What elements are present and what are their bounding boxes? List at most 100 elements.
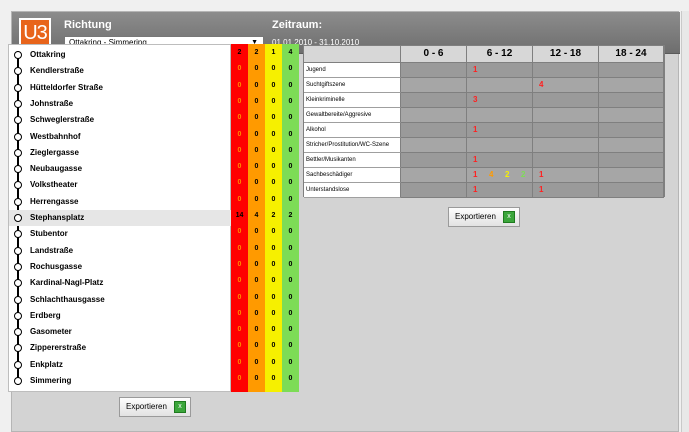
matrix-cell[interactable] bbox=[467, 138, 533, 153]
station-row[interactable]: Gasometer bbox=[9, 324, 232, 340]
matrix-cell-value: 1 bbox=[539, 185, 544, 194]
station-count: 0 bbox=[288, 163, 293, 171]
station-row[interactable]: Landstraße bbox=[9, 243, 232, 259]
station-count: 0 bbox=[237, 65, 242, 73]
matrix-cell[interactable] bbox=[401, 123, 467, 138]
matrix-cell-value: 1 bbox=[473, 170, 478, 179]
matrix-cell[interactable]: 1 4 2 2 bbox=[467, 168, 533, 183]
station-count: 0 bbox=[254, 228, 259, 236]
station-row[interactable]: Kendlerstraße bbox=[9, 63, 232, 79]
station-count: 0 bbox=[288, 293, 293, 301]
matrix-cell[interactable] bbox=[599, 153, 664, 168]
station-dot-icon bbox=[14, 67, 22, 76]
matrix-row-label: Jugend bbox=[304, 63, 401, 78]
matrix-cell[interactable]: 1 bbox=[533, 183, 599, 198]
station-name: Volkstheater bbox=[30, 180, 78, 190]
station-count: 0 bbox=[271, 179, 276, 187]
window-scrollbar[interactable] bbox=[681, 11, 689, 432]
matrix-cell[interactable] bbox=[599, 138, 664, 153]
station-row[interactable]: Neubaugasse bbox=[9, 161, 232, 177]
station-row[interactable]: Westbahnhof bbox=[9, 129, 232, 145]
matrix-cell[interactable] bbox=[401, 153, 467, 168]
station-row[interactable]: Schweglerstraße bbox=[9, 112, 232, 128]
station-row[interactable]: Enkplatz bbox=[9, 357, 232, 373]
matrix-cell[interactable] bbox=[533, 123, 599, 138]
export-button-matrix[interactable]: Exportieren x bbox=[448, 207, 520, 227]
matrix-cell[interactable]: 1 bbox=[467, 63, 533, 78]
matrix-cell[interactable] bbox=[401, 168, 467, 183]
station-count: 0 bbox=[271, 358, 276, 366]
matrix-cell[interactable] bbox=[599, 123, 664, 138]
export-button-stations[interactable]: Exportieren x bbox=[119, 397, 191, 417]
matrix-cell[interactable] bbox=[467, 108, 533, 123]
matrix-column-header: 6 - 12 bbox=[467, 46, 533, 63]
station-name: Stephansplatz bbox=[30, 213, 85, 222]
matrix-cell[interactable]: 3 bbox=[467, 93, 533, 108]
matrix-cell[interactable] bbox=[401, 108, 467, 123]
matrix-cell[interactable] bbox=[401, 183, 467, 198]
matrix-cell[interactable] bbox=[599, 78, 664, 93]
matrix-column-header: 0 - 6 bbox=[401, 46, 467, 63]
matrix-cell[interactable]: 1 bbox=[467, 183, 533, 198]
station-row[interactable]: Stubentor bbox=[9, 226, 232, 242]
matrix-cell[interactable] bbox=[533, 138, 599, 153]
matrix-cell[interactable] bbox=[533, 63, 599, 78]
matrix-cell[interactable] bbox=[533, 108, 599, 123]
matrix-cell[interactable] bbox=[401, 78, 467, 93]
station-row[interactable]: Rochusgasse bbox=[9, 259, 232, 275]
station-count: 0 bbox=[237, 163, 242, 171]
station-count: 0 bbox=[271, 81, 276, 89]
station-row[interactable]: Kardinal-Nagl-Platz bbox=[9, 275, 232, 291]
matrix-cell[interactable] bbox=[533, 93, 599, 108]
count-column-green: 4 0 0 0 0 0 0 0 0 0 2 0 0 0 0 0 0 0 0 0 0 bbox=[282, 44, 299, 392]
matrix-cell-value: 4 bbox=[489, 170, 494, 179]
matrix-cell[interactable]: 1 bbox=[467, 123, 533, 138]
matrix-cell[interactable] bbox=[401, 93, 467, 108]
station-row[interactable]: Volkstheater bbox=[9, 177, 232, 193]
station-row[interactable]: Erdberg bbox=[9, 308, 232, 324]
station-count: 0 bbox=[254, 277, 259, 285]
matrix-cell[interactable] bbox=[533, 153, 599, 168]
station-count: 0 bbox=[237, 309, 242, 317]
station-count: 0 bbox=[237, 97, 242, 105]
station-count: 2 bbox=[254, 49, 259, 56]
station-name: Johnstraße bbox=[30, 98, 74, 108]
station-name: Stubentor bbox=[30, 229, 68, 239]
matrix-cell[interactable] bbox=[599, 93, 664, 108]
station-count: 0 bbox=[254, 342, 259, 350]
station-count: 2 bbox=[288, 212, 293, 219]
matrix-cell[interactable] bbox=[599, 183, 664, 198]
count-column-orange: 2 0 0 0 0 0 0 0 0 0 4 0 0 0 0 0 0 0 0 0 0 bbox=[248, 44, 265, 392]
matrix-cell[interactable] bbox=[467, 78, 533, 93]
matrix-cell[interactable] bbox=[599, 168, 664, 183]
station-dot-icon bbox=[14, 344, 22, 353]
station-row[interactable]: Schlachthausgasse bbox=[9, 292, 232, 308]
app-window: U3 Richtung Zeitraum: Ottakring - Simmer… bbox=[0, 0, 689, 432]
station-row[interactable]: Stephansplatz bbox=[9, 210, 232, 227]
station-row[interactable]: Zippererstraße bbox=[9, 340, 232, 356]
station-row[interactable]: Johnstraße bbox=[9, 96, 232, 112]
station-count: 0 bbox=[288, 326, 293, 334]
station-row[interactable]: Ottakring bbox=[9, 47, 232, 63]
matrix-row-label: Gewaltbereite/Aggresive bbox=[304, 108, 401, 123]
matrix-cell[interactable] bbox=[599, 63, 664, 78]
station-count: 0 bbox=[271, 97, 276, 105]
matrix-cell[interactable]: 1 bbox=[467, 153, 533, 168]
station-row[interactable]: Hütteldorfer Straße bbox=[9, 80, 232, 96]
station-row[interactable]: Zieglergasse bbox=[9, 145, 232, 161]
matrix-cell[interactable]: 1 bbox=[533, 168, 599, 183]
matrix-cell[interactable] bbox=[401, 138, 467, 153]
matrix-cell-value: 2 bbox=[521, 170, 526, 179]
station-count: 0 bbox=[288, 114, 293, 122]
matrix-cell[interactable] bbox=[599, 108, 664, 123]
station-row[interactable]: Herrengasse bbox=[9, 194, 232, 210]
matrix-cell[interactable] bbox=[401, 63, 467, 78]
station-dot-icon bbox=[14, 132, 22, 141]
station-count: 0 bbox=[254, 309, 259, 317]
zeitraum-label: Zeitraum: bbox=[272, 19, 323, 31]
station-name: Kendlerstraße bbox=[30, 66, 84, 76]
station-dot-icon bbox=[14, 148, 22, 157]
matrix-cell[interactable]: 4 bbox=[533, 78, 599, 93]
station-count: 0 bbox=[254, 195, 259, 203]
station-row[interactable]: Simmering bbox=[9, 373, 232, 389]
